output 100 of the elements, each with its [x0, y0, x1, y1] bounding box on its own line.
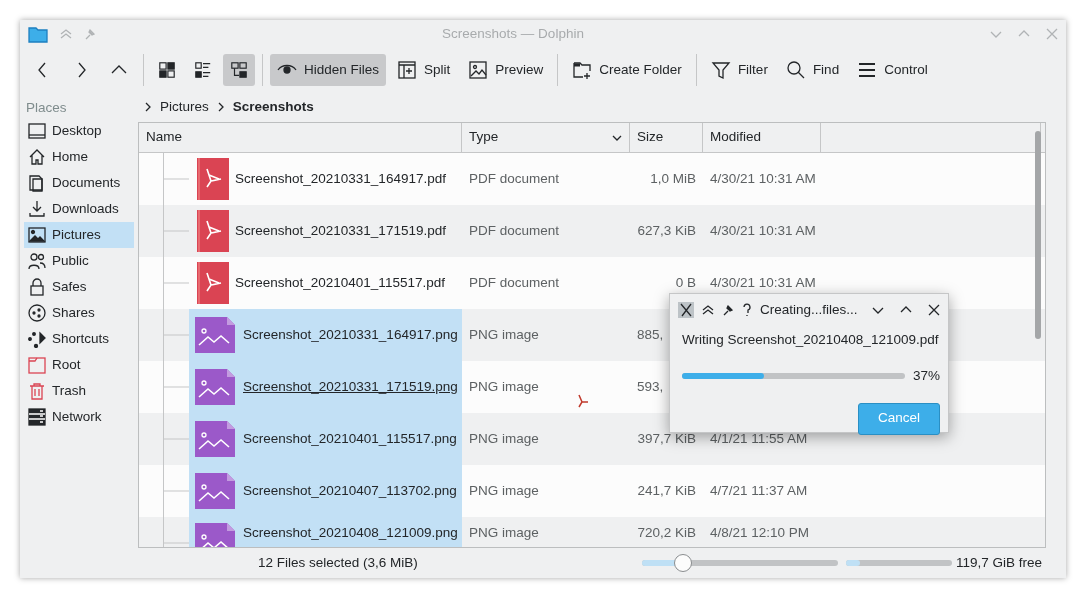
column-header[interactable]: Name	[139, 123, 462, 152]
search-icon	[785, 60, 806, 80]
table-cell-text: 4/30/21 10:31 AM	[709, 221, 817, 240]
table-cell-text: PDF document	[468, 221, 561, 240]
table-cell-text: PNG image	[468, 524, 540, 542]
tree-line	[163, 361, 189, 413]
filter-icon	[710, 60, 731, 80]
app-icon	[678, 302, 694, 318]
toolbar-button[interactable]: Split	[390, 54, 458, 86]
slider-handle[interactable]	[674, 554, 693, 572]
table-cell-text: PNG image	[468, 481, 540, 500]
file-name[interactable]: Screenshot_20210331_171519.pdf	[235, 220, 446, 242]
table-cell-text: 627,3 KiB	[636, 221, 697, 240]
sidebar-item[interactable]: Downloads	[24, 196, 134, 222]
sort-icon	[612, 133, 622, 142]
table-cell-text: 593,	[636, 377, 665, 396]
toolbar-button[interactable]: Hidden Files	[270, 54, 387, 86]
keep-above-icon[interactable]	[702, 304, 714, 316]
image-icon	[468, 60, 489, 80]
scrollbar[interactable]	[1035, 131, 1041, 339]
network-icon	[28, 408, 46, 426]
table-cell-text: 4/30/21 10:31 AM	[709, 169, 817, 188]
toolbar-button[interactable]: Preview	[461, 54, 551, 86]
sidebar-item[interactable]: Trash	[24, 378, 134, 404]
tree-line	[163, 413, 189, 465]
documents-icon	[28, 174, 46, 192]
table-cell-text: PDF document	[468, 273, 561, 292]
lock-icon	[28, 278, 46, 296]
table-cell-text: 720,2 KiB	[636, 524, 697, 542]
sidebar-item[interactable]: Public	[24, 248, 134, 274]
picture-icon	[28, 226, 46, 244]
download-icon	[28, 200, 46, 218]
progress-percent: 37%	[912, 367, 940, 386]
details-view-icon	[230, 60, 248, 80]
compact-view-icon	[194, 60, 212, 80]
sidebar-item[interactable]: Root	[24, 352, 134, 378]
image-file-icon	[193, 419, 237, 459]
table-cell-text: PDF document	[468, 169, 561, 188]
sidebar-item[interactable]: Network	[24, 404, 134, 430]
table-cell-text: 4/1/21 11:55 AM	[709, 429, 809, 448]
people-icon	[28, 252, 46, 270]
table-cell-text: 4/8/21 12:10 PM	[709, 524, 811, 542]
help-icon[interactable]	[742, 303, 752, 317]
tree-line	[163, 257, 189, 309]
cursor-icon	[577, 394, 589, 408]
close-icon[interactable]	[928, 304, 940, 316]
sidebar-item[interactable]: Safes	[24, 274, 134, 300]
image-file-icon	[193, 471, 237, 511]
table-cell-text: 397,7 KiB	[636, 429, 697, 448]
table-cell-text: 4/30/21 10:31 AM	[709, 273, 817, 292]
tree-line	[163, 309, 189, 361]
folder-icon	[28, 356, 46, 374]
sidebar-item[interactable]: Shares	[24, 300, 134, 326]
monitor-icon	[28, 122, 46, 140]
dots-arrow-icon	[28, 330, 46, 348]
toolbar-button[interactable]: Control	[850, 54, 935, 86]
sidebar-item[interactable]: Home	[24, 144, 134, 170]
window-title: Screenshots — Dolphin	[441, 24, 585, 43]
breadcrumb-item[interactable]: Pictures	[160, 96, 209, 118]
table-cell-text: PNG image	[468, 377, 540, 396]
pin-icon[interactable]	[722, 304, 734, 316]
chevron-icon	[144, 102, 152, 112]
table-cell-text: PNG image	[468, 325, 540, 344]
table-cell-text: 0 B	[674, 273, 697, 292]
table-cell-text: 4/7/21 11:37 AM	[709, 481, 809, 500]
sidebar-item[interactable]: Desktop	[24, 118, 134, 144]
folder-icon	[28, 25, 48, 43]
icons-view-icon	[158, 60, 176, 80]
dialog-message: Writing Screenshot_20210408_121009.pdf	[681, 331, 940, 349]
sidebar-item[interactable]: Shortcuts	[24, 326, 134, 352]
tree-line	[163, 205, 189, 257]
share-icon	[28, 304, 46, 322]
sidebar-item[interactable]: Documents	[24, 170, 134, 196]
chevron-icon	[216, 102, 225, 112]
toolbar-button[interactable]: Create Folder	[565, 54, 689, 86]
sidebar-heading: Places	[25, 99, 68, 117]
menu-icon	[857, 60, 878, 80]
status-text: 12 Files selected (3,6 MiB)	[258, 553, 418, 572]
image-file-icon	[193, 367, 237, 407]
split-view-icon	[397, 60, 418, 80]
file-name[interactable]: Screenshot_20210331_164917.pdf	[235, 168, 446, 190]
column-header[interactable]: Modified	[703, 123, 821, 152]
breadcrumb-item[interactable]: Screenshots	[232, 96, 314, 118]
sidebar-item[interactable]: Pictures	[24, 222, 134, 248]
new-folder-icon	[572, 60, 593, 80]
house-icon	[28, 148, 46, 166]
trash-icon	[28, 382, 46, 400]
view-mode-button[interactable]	[223, 54, 255, 86]
image-file-icon	[193, 315, 237, 355]
table-cell-text: 241,7 KiB	[636, 481, 697, 500]
file-name[interactable]: Screenshot_20210401_115517.pdf	[235, 272, 445, 294]
toolbar-button[interactable]: Filter	[703, 54, 775, 86]
table-cell-text: PNG image	[468, 429, 540, 448]
dialog-title: Creating...files...	[760, 300, 858, 319]
free-space-text: 119,7 GiB free	[955, 553, 1042, 572]
toolbar-button[interactable]: Find	[778, 54, 847, 86]
zoom-slider[interactable]	[641, 554, 838, 572]
column-header[interactable]: Type	[462, 123, 630, 152]
column-header[interactable]: Size	[630, 123, 703, 152]
table-cell-text: 1,0 MiB	[649, 169, 697, 188]
